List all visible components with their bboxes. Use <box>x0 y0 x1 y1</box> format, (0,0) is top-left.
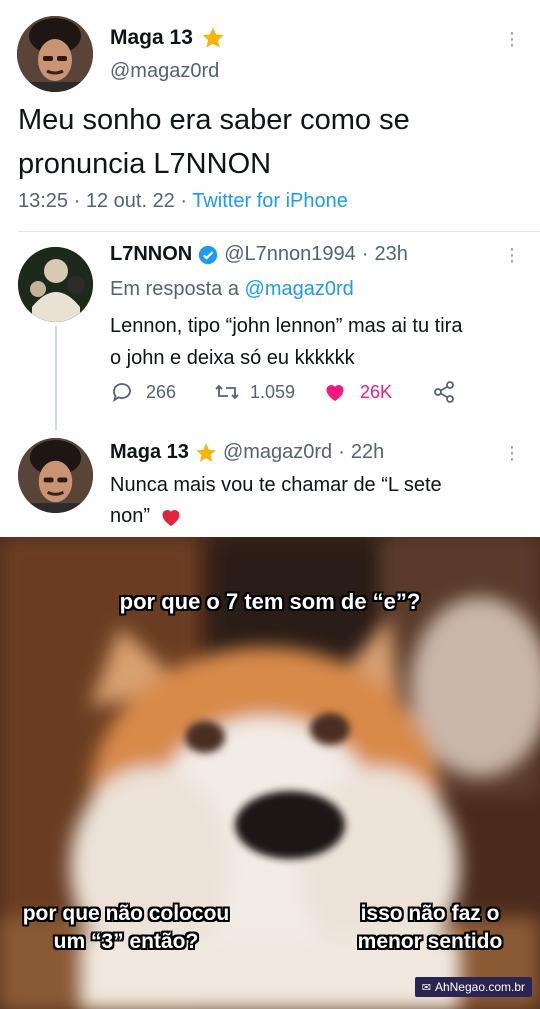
reply-text: Lennon, tipo “john lennon” mas ai tu tir… <box>110 310 462 374</box>
red-heart-emoji-icon <box>162 509 180 526</box>
tweet-text: Meu sonho era saber como se pronuncia L7… <box>18 98 410 186</box>
like-action[interactable]: 26K <box>322 380 432 404</box>
reply-text: Nunca mais vou te chamar de “L sete non” <box>110 470 442 532</box>
author-handle[interactable]: @L7nnon1994 <box>224 243 356 266</box>
caption-left-line: por que não colocou <box>22 902 230 925</box>
retweet-count: 1.059 <box>250 381 296 402</box>
more-options-icon[interactable]: · · · <box>508 239 516 271</box>
reply-text-line: Lennon, tipo “john lennon” mas ai tu tir… <box>110 315 463 337</box>
replying-to: Em resposta a @magaz0rd <box>110 278 354 301</box>
avatar-photo <box>17 16 93 92</box>
reply-age[interactable]: 22h <box>351 441 384 464</box>
watermark[interactable]: ✉ AhNegao.com.br <box>414 977 532 997</box>
verified-icon <box>199 245 218 264</box>
author-name[interactable]: L7NNON <box>110 243 192 266</box>
caption-right-line: isso não faz o <box>360 902 500 925</box>
tweet-time[interactable]: 13:25 <box>18 190 68 212</box>
action-bar: 266 1.059 26K <box>110 380 456 404</box>
avatar[interactable] <box>18 247 93 322</box>
watermark-logo-icon: ✉ <box>421 981 431 994</box>
thread-line <box>55 326 57 430</box>
meme-image: por que o 7 tem som de “e”? por que não … <box>0 537 540 1009</box>
tweet-source[interactable]: Twitter for iPhone <box>192 190 348 212</box>
reply-text-line: o john e deixa só eu kkkkkk <box>110 347 355 369</box>
reply-text-line: non” <box>110 505 151 527</box>
avatar-photo <box>18 438 93 513</box>
heart-icon <box>326 385 344 401</box>
reply-action[interactable]: 266 <box>110 380 214 404</box>
author-name[interactable]: Maga 13 <box>110 441 189 464</box>
caption-left: por que não colocou um “3” então? <box>6 900 246 956</box>
separator-dot: · <box>361 243 369 265</box>
tweet-text-line: pronuncia L7NNON <box>18 148 272 180</box>
caption-left-line: um “3” então? <box>53 930 199 953</box>
avatar[interactable] <box>18 438 93 513</box>
reply-text-line: Nunca mais vou te chamar de “L sete <box>110 474 442 496</box>
tweet-text-line: Meu sonho era saber como se <box>18 104 410 136</box>
like-count: 26K <box>360 381 393 402</box>
share-icon[interactable] <box>432 380 456 404</box>
avatar[interactable] <box>17 16 93 92</box>
author-handle[interactable]: @magaz0rd <box>223 441 332 464</box>
tweet-meta: 13:25 · 12 out. 22 · Twitter for iPhone <box>18 190 348 212</box>
separator-dot: · <box>338 441 345 463</box>
retweet-action[interactable]: 1.059 <box>214 380 322 404</box>
caption-right-line: menor sentido <box>357 930 503 953</box>
reply-age[interactable]: 23h <box>374 243 407 266</box>
author-handle[interactable]: @magaz0rd <box>110 60 219 83</box>
star-icon <box>202 27 224 48</box>
watermark-text: AhNegao.com.br <box>434 980 525 994</box>
retweet-icon <box>215 384 239 400</box>
avatar-photo <box>18 247 93 322</box>
caption-top: por que o 7 tem som de “e”? <box>119 589 421 614</box>
divider <box>18 231 540 232</box>
comment-icon <box>113 383 131 403</box>
more-options-icon[interactable]: · · · <box>508 23 516 55</box>
more-options-icon[interactable]: · · · <box>508 437 516 469</box>
replying-to-label: Em resposta a <box>110 278 239 300</box>
caption-right: isso não faz o menor sentido <box>330 900 530 956</box>
star-icon <box>196 442 216 462</box>
tweet-date[interactable]: 12 out. 22 <box>86 190 175 212</box>
reply-count: 266 <box>146 381 177 402</box>
author-name[interactable]: Maga 13 <box>110 26 193 50</box>
replying-to-handle[interactable]: @magaz0rd <box>245 278 354 300</box>
